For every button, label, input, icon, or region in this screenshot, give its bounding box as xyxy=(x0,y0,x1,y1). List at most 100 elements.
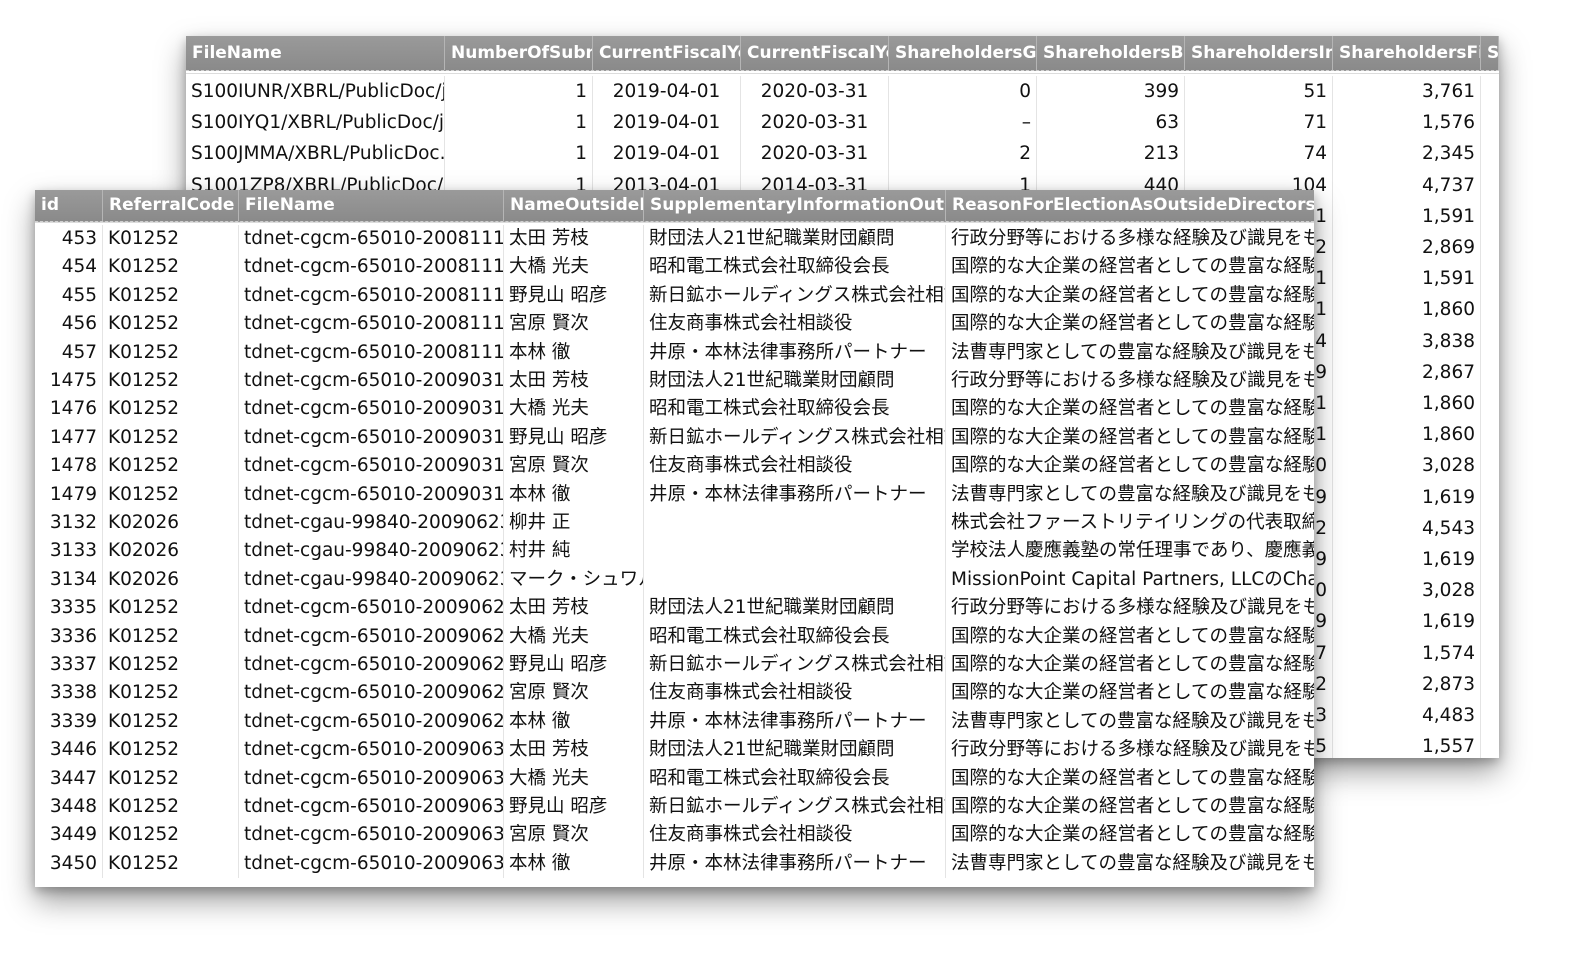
cell-shareholders-fi[interactable]: 2,869 xyxy=(1333,232,1481,264)
cell-name-outside-director[interactable]: 太田 芳枝 xyxy=(504,736,644,765)
cell-id[interactable]: 455 xyxy=(35,281,103,311)
cell-supplementary-info[interactable]: 新日鉱ホールディングス株式会社相談 xyxy=(644,793,946,822)
cell-shareholders-in[interactable]: 74 xyxy=(1185,138,1333,170)
cell-referral-code[interactable]: K01252 xyxy=(103,423,239,453)
cell-reason-for-election[interactable]: 国際的な大企業の経営者としての豊富な経験及 xyxy=(946,793,1314,821)
cell-id[interactable]: 3134 xyxy=(35,565,103,595)
cell-number-of-submissions[interactable]: 1 xyxy=(445,138,593,170)
cell-supplementary-info[interactable]: 住友商事株式会社相談役 xyxy=(644,452,946,481)
cell-file-name[interactable]: S100JMMA/XBRL/PublicDoc. xyxy=(186,138,445,170)
cell-referral-code[interactable]: K01252 xyxy=(103,480,239,509)
cell-file-name[interactable]: tdnet-cgcm-65010-20090625033 xyxy=(239,651,504,680)
cell-reason-for-election[interactable]: 国際的な大企業の経営者としての豊富な経験及 xyxy=(946,623,1314,651)
cell-id[interactable]: 457 xyxy=(35,338,103,367)
cell-name-outside-director[interactable]: 宮原 賢次 xyxy=(504,679,644,708)
cell-file-name[interactable]: tdnet-cgcm-65010-20081112014 xyxy=(239,225,504,254)
cell-supplementary-info[interactable]: 新日鉱ホールディングス株式会社相談 xyxy=(644,281,946,311)
cell-shareholders-fi[interactable]: 3,028 xyxy=(1333,575,1481,607)
cell-number-of-submissions[interactable]: 1 xyxy=(445,76,593,108)
cell-referral-code[interactable]: K01252 xyxy=(103,736,239,765)
cell-name-outside-director[interactable]: 太田 芳枝 xyxy=(504,367,644,396)
cell-file-name[interactable]: S100IUNR/XBRL/PublicDoc/j xyxy=(186,76,445,108)
cell-fiscal-year-end[interactable]: 2020-03-31 xyxy=(741,76,889,108)
table-row[interactable]: 3447K01252tdnet-cgcm-65010-20090630041大橋… xyxy=(35,764,1314,793)
cell-file-name[interactable]: tdnet-cgcm-65010-20090318028 xyxy=(239,395,504,424)
cell-reason-for-election[interactable]: 国際的な大企業の経営者としての豊富な経験及 xyxy=(946,679,1314,707)
cell-file-name[interactable]: tdnet-cgcm-65010-20090630041 xyxy=(239,821,504,850)
column-header-file-name[interactable]: FileName xyxy=(186,36,445,70)
column-header-shareholders-ge[interactable]: ShareholdersGe xyxy=(889,36,1037,70)
table-row[interactable]: 3337K01252tdnet-cgcm-65010-20090625033野見… xyxy=(35,651,1314,680)
cell-supplementary-info[interactable]: 財団法人21世紀職業財団顧問 xyxy=(644,225,946,254)
cell-referral-code[interactable]: K01252 xyxy=(103,707,239,737)
cell-fiscal-year-start[interactable]: 2019-04-01 xyxy=(593,138,741,170)
cell-referral-code[interactable]: K01252 xyxy=(103,395,239,424)
cell-file-name[interactable]: tdnet-cgcm-65010-20081112014 xyxy=(239,253,504,282)
cell-referral-code[interactable]: K01252 xyxy=(103,281,239,311)
cell-shareholders-fi[interactable]: 1,557 xyxy=(1333,731,1481,758)
cell-id[interactable]: 1476 xyxy=(35,395,103,424)
cell-referral-code[interactable]: K01252 xyxy=(103,679,239,708)
cell-referral-code[interactable]: K01252 xyxy=(103,821,239,850)
cell-reason-for-election[interactable]: 国際的な大企業の経営者としての豊富な経験及 xyxy=(946,253,1314,281)
table-row[interactable]: 3446K01252tdnet-cgcm-65010-20090630041太田… xyxy=(35,736,1314,765)
cell-reason-for-election[interactable]: 国際的な大企業の経営者としての豊富な経験及 xyxy=(946,395,1314,423)
column-header-file-name[interactable]: FileName xyxy=(239,190,504,221)
table-row[interactable]: 1477K01252tdnet-cgcm-65010-20090318028野見… xyxy=(35,423,1314,453)
cell-shareholders-fi[interactable]: 3,028 xyxy=(1333,450,1481,482)
cell-name-outside-director[interactable]: 柳井 正 xyxy=(504,509,644,538)
cell-id[interactable]: 453 xyxy=(35,225,103,254)
cell-id[interactable]: 3447 xyxy=(35,764,103,793)
cell-id[interactable]: 3337 xyxy=(35,651,103,680)
cell-number-of-submissions[interactable]: 1 xyxy=(445,107,593,139)
cell-file-name[interactable]: tdnet-cgcm-65010-20090318028 xyxy=(239,423,504,453)
cell-shareholders-fi[interactable]: 1,576 xyxy=(1333,107,1481,139)
column-header-number-of-submissions[interactable]: NumberOfSubn xyxy=(445,36,593,70)
cell-referral-code[interactable]: K02026 xyxy=(103,537,239,566)
cell-file-name[interactable]: tdnet-cgcm-65010-20090625033 xyxy=(239,594,504,623)
table-row[interactable]: 457K01252tdnet-cgcm-65010-20081112014本林 … xyxy=(35,338,1314,367)
cell-name-outside-director[interactable]: 村井 純 xyxy=(504,537,644,566)
cell-shareholders-fi[interactable]: 1,860 xyxy=(1333,388,1481,420)
cell-name-outside-director[interactable]: 本林 徹 xyxy=(504,338,644,367)
cell-reason-for-election[interactable]: MissionPoint Capital Partners, LLCのChair… xyxy=(946,566,1314,594)
cell-shareholders-ba[interactable]: 399 xyxy=(1037,76,1185,108)
cell-name-outside-director[interactable]: 野見山 昭彦 xyxy=(504,651,644,680)
cell-file-name[interactable]: S100IYQ1/XBRL/PublicDoc/j xyxy=(186,107,445,139)
cell-name-outside-director[interactable]: マーク・シュワルツ xyxy=(504,565,644,595)
cell-name-outside-director[interactable]: 宮原 賢次 xyxy=(504,310,644,339)
cell-fiscal-year-end[interactable]: 2020-03-31 xyxy=(741,107,889,139)
cell-id[interactable]: 3448 xyxy=(35,793,103,822)
cell-reason-for-election[interactable]: 国際的な大企業の経営者としての豊富な経験及 xyxy=(946,651,1314,679)
cell-shareholders-fi[interactable]: 1,860 xyxy=(1333,419,1481,451)
cell-supplementary-info[interactable]: 新日鉱ホールディングス株式会社相談 xyxy=(644,651,946,680)
cell-name-outside-director[interactable]: 本林 徹 xyxy=(504,707,644,737)
cell-supplementary-info[interactable]: 住友商事株式会社相談役 xyxy=(644,310,946,339)
cell-reason-for-election[interactable]: 法曹専門家としての豊富な経験及び識見をもと xyxy=(946,339,1314,367)
table-row[interactable]: 1476K01252tdnet-cgcm-65010-20090318028大橋… xyxy=(35,395,1314,424)
cell-id[interactable]: 1475 xyxy=(35,367,103,396)
cell-referral-code[interactable]: K01252 xyxy=(103,225,239,254)
table-row[interactable]: 455K01252tdnet-cgcm-65010-20081112014野見山… xyxy=(35,281,1314,311)
cell-name-outside-director[interactable]: 大橋 光夫 xyxy=(504,764,644,793)
cell-file-name[interactable]: tdnet-cgau-99840-20090623028 xyxy=(239,537,504,566)
cell-reason-for-election[interactable]: 株式会社ファーストリテイリングの代表取締役 xyxy=(946,509,1314,537)
column-header-name-outside-director[interactable]: NameOutsideDi xyxy=(504,190,644,221)
cell-referral-code[interactable]: K01252 xyxy=(103,338,239,367)
cell-id[interactable]: 3446 xyxy=(35,736,103,765)
cell-shareholders-fi[interactable]: 1,860 xyxy=(1333,294,1481,326)
cell-file-name[interactable]: tdnet-cgcm-65010-20090630041 xyxy=(239,736,504,765)
table-row[interactable]: 1479K01252tdnet-cgcm-65010-20090318028本林… xyxy=(35,480,1314,509)
table-row[interactable]: 456K01252tdnet-cgcm-65010-20081112014宮原 … xyxy=(35,310,1314,339)
table-row[interactable]: 453K01252tdnet-cgcm-65010-20081112014太田 … xyxy=(35,225,1314,254)
cell-supplementary-info[interactable]: 新日鉱ホールディングス株式会社相談 xyxy=(644,423,946,453)
cell-file-name[interactable]: tdnet-cgcm-65010-20081112014 xyxy=(239,338,504,367)
cell-file-name[interactable]: tdnet-cgau-99840-20090623028 xyxy=(239,509,504,538)
cell-shareholders-fi[interactable]: 2,867 xyxy=(1333,356,1481,388)
cell-name-outside-director[interactable]: 大橋 光夫 xyxy=(504,395,644,424)
cell-supplementary-info[interactable] xyxy=(644,509,946,538)
cell-id[interactable]: 3133 xyxy=(35,537,103,566)
cell-reason-for-election[interactable]: 行政分野等における多様な経験及び識見をもと xyxy=(946,594,1314,622)
cell-supplementary-info[interactable]: 財団法人21世紀職業財団顧問 xyxy=(644,736,946,765)
cell-id[interactable]: 3338 xyxy=(35,679,103,708)
